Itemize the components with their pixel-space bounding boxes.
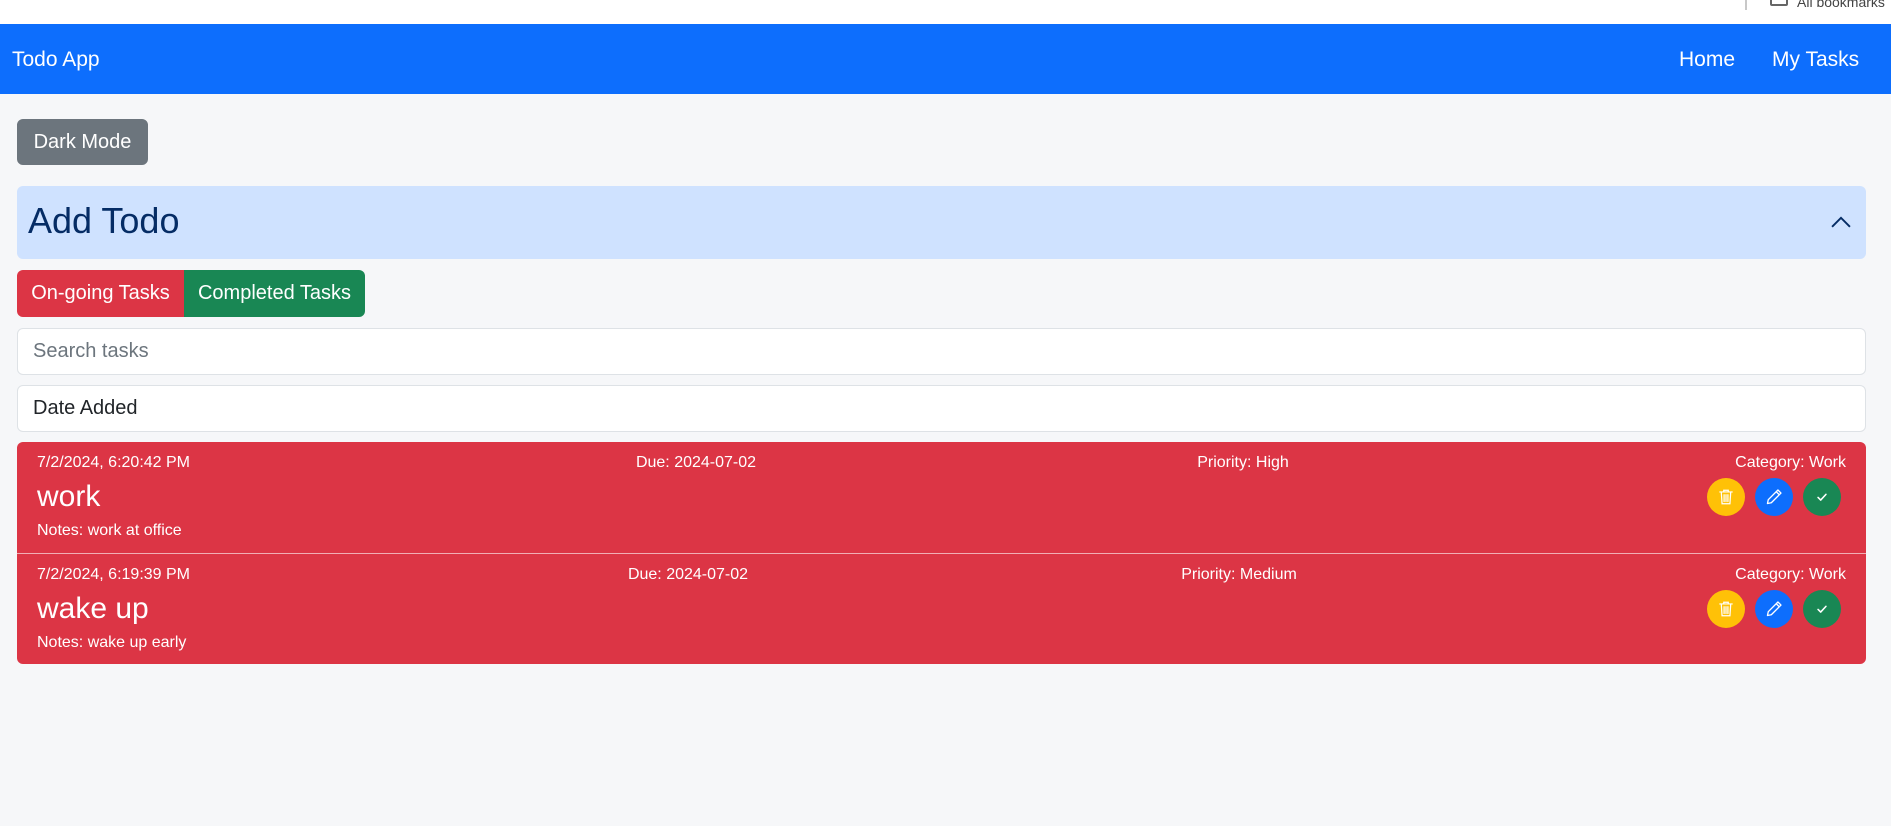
task-due-date: Due: 2024-07-02 <box>627 566 749 583</box>
task-category: Category: Work <box>1735 566 1846 583</box>
task-title: wake up <box>37 592 149 625</box>
complete-task-button[interactable] <box>1803 590 1841 628</box>
delete-task-button[interactable] <box>1707 590 1745 628</box>
nav-link-home[interactable]: Home <box>1679 48 1735 72</box>
trash-icon <box>1719 601 1733 617</box>
sort-selected-value: Date Added <box>33 397 138 419</box>
task-actions <box>1707 590 1841 628</box>
task-due-date: Due: 2024-07-02 <box>635 454 757 471</box>
complete-task-button[interactable] <box>1803 478 1841 516</box>
task-priority: Priority: Medium <box>1181 566 1297 583</box>
add-todo-accordion-header[interactable]: Add Todo <box>17 186 1866 259</box>
task-actions <box>1707 478 1841 516</box>
task-list: 7/2/2024, 6:20:42 PM Due: 2024-07-02 Pri… <box>17 442 1866 664</box>
check-icon <box>1817 493 1827 501</box>
trash-icon <box>1719 489 1733 505</box>
search-input[interactable] <box>17 328 1866 375</box>
dark-mode-button[interactable]: Dark Mode <box>17 119 148 165</box>
navbar: Todo App Home My Tasks <box>0 24 1891 94</box>
edit-task-button[interactable] <box>1755 590 1793 628</box>
task-priority: Priority: High <box>1197 454 1289 471</box>
task-category: Category: Work <box>1735 454 1846 471</box>
edit-task-button[interactable] <box>1755 478 1793 516</box>
pencil-icon <box>1766 601 1782 617</box>
add-todo-title: Add Todo <box>28 200 180 241</box>
task-notes: Notes: work at office <box>37 522 182 539</box>
nav-link-my-tasks[interactable]: My Tasks <box>1772 48 1859 72</box>
ongoing-tasks-button[interactable]: On-going Tasks <box>17 270 184 317</box>
task-date-added: 7/2/2024, 6:19:39 PM <box>37 566 190 583</box>
task-title: work <box>37 480 101 513</box>
bookmarks-separator <box>1745 0 1747 10</box>
check-icon <box>1817 605 1827 613</box>
all-bookmarks-label[interactable]: All bookmarks <box>1797 0 1885 10</box>
sort-select[interactable]: Date Added <box>17 385 1866 432</box>
chevron-up-icon[interactable] <box>1830 211 1852 233</box>
navbar-brand[interactable]: Todo App <box>12 48 100 72</box>
task-date-added: 7/2/2024, 6:20:42 PM <box>37 454 190 471</box>
pencil-icon <box>1766 489 1782 505</box>
task-notes: Notes: wake up early <box>37 634 187 651</box>
task-item: 7/2/2024, 6:20:42 PM Due: 2024-07-02 Pri… <box>17 442 1866 553</box>
folder-icon <box>1770 0 1788 6</box>
browser-bookmarks-bar: All bookmarks <box>0 0 1891 24</box>
delete-task-button[interactable] <box>1707 478 1745 516</box>
task-item: 7/2/2024, 6:19:39 PM Due: 2024-07-02 Pri… <box>17 553 1866 664</box>
completed-tasks-button[interactable]: Completed Tasks <box>184 270 365 317</box>
